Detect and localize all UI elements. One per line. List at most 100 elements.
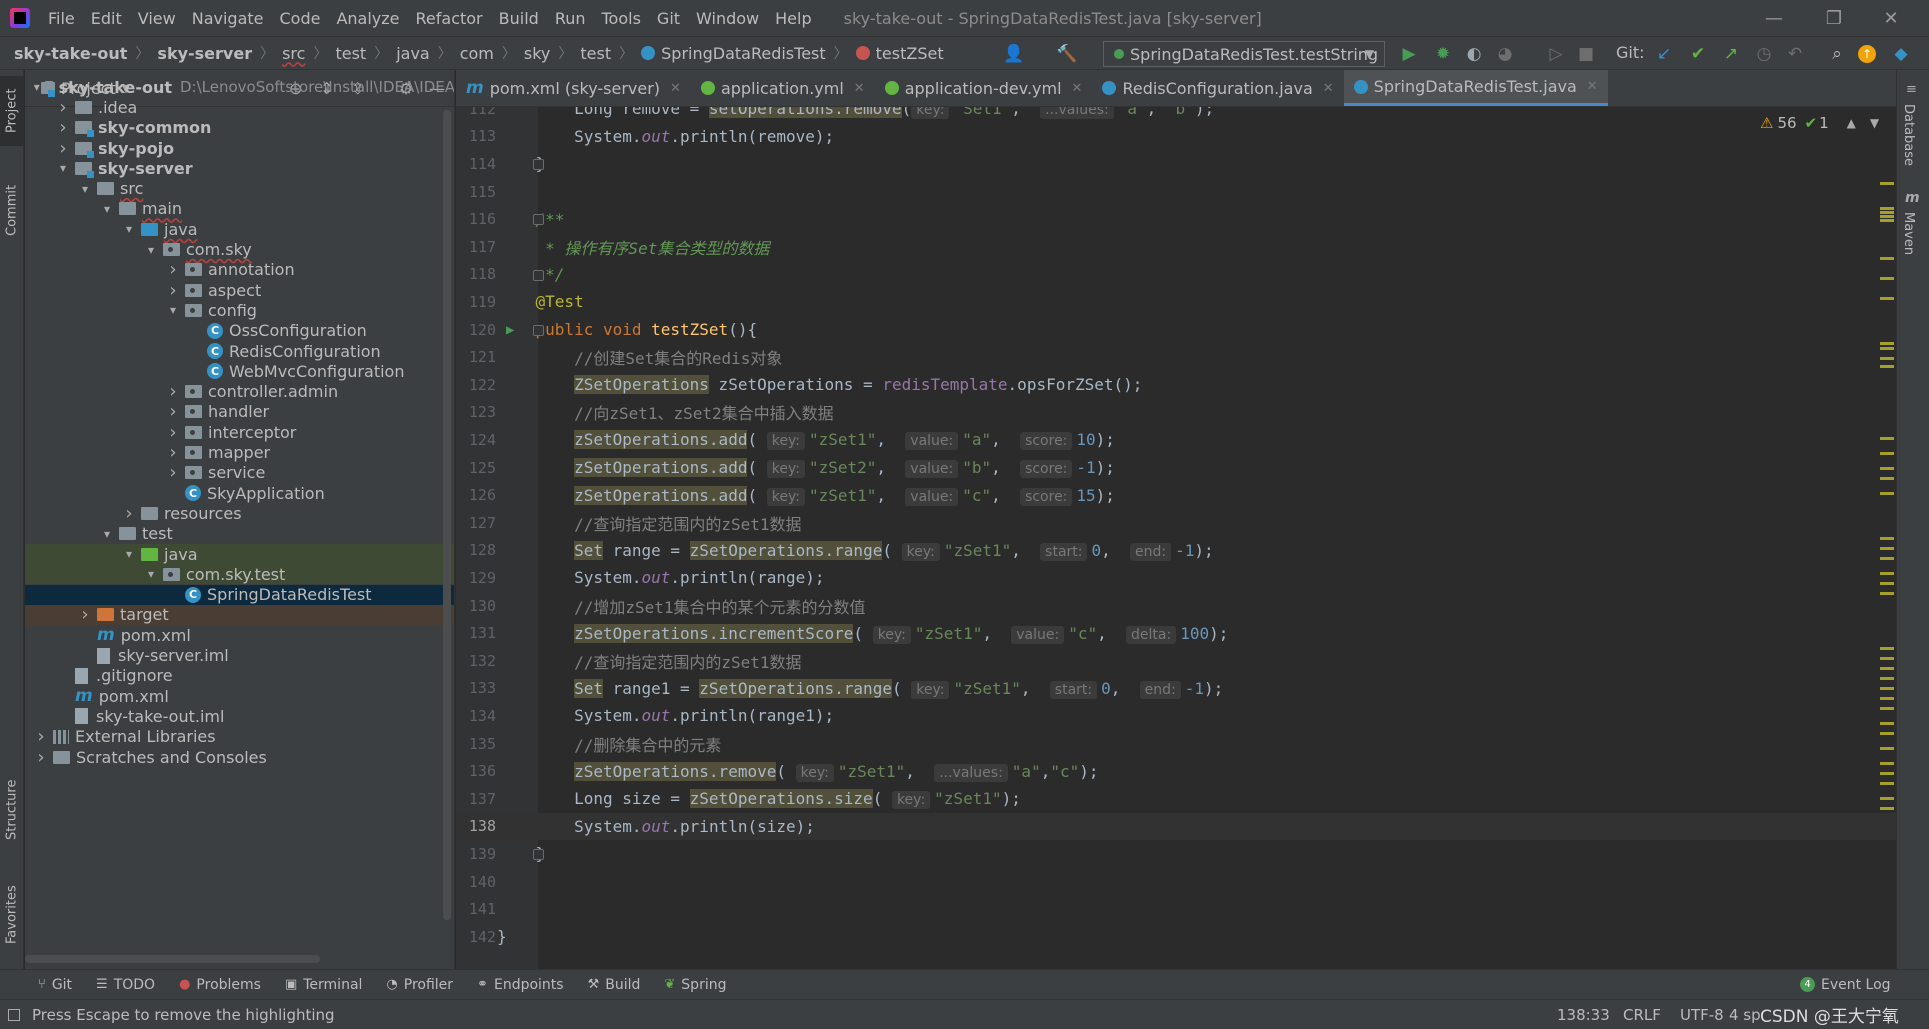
warning-marker[interactable] <box>1880 572 1894 575</box>
bottom-tab-spring[interactable]: ❦ Spring <box>664 977 726 993</box>
chevron-right-icon[interactable]: › <box>121 503 137 524</box>
bottom-tab-endpoints[interactable]: ⚭ Endpoints <box>477 977 564 993</box>
tree-node[interactable]: C RedisConfiguration <box>25 341 454 361</box>
chevron-down-icon[interactable]: ▾ <box>165 303 181 317</box>
fold-toggle-icon[interactable] <box>533 269 544 281</box>
caret-position[interactable]: 138:33 <box>1557 1006 1610 1024</box>
code-line[interactable]: 131 zSetOperations.incrementScore( key: "… <box>456 619 1896 647</box>
code-line[interactable]: 128 Set range = zSetOperations.range( ke… <box>456 537 1896 565</box>
warning-marker[interactable] <box>1880 547 1894 550</box>
tree-node[interactable]: › sky-common <box>25 117 454 138</box>
tree-node[interactable]: › resources <box>25 503 454 524</box>
warning-marker[interactable] <box>1880 707 1894 710</box>
tree-node[interactable]: › .idea <box>25 97 454 118</box>
warning-marker[interactable] <box>1880 207 1894 210</box>
toggle-tool-windows-icon[interactable] <box>8 1008 20 1021</box>
warning-marker[interactable] <box>1880 211 1894 214</box>
editor-tab[interactable]: SpringDataRedisTest.java ✕ <box>1343 70 1608 106</box>
tree-node[interactable]: ▾ main <box>25 199 454 219</box>
code-line[interactable]: 136 zSetOperations.remove( key: "zSet1", … <box>456 757 1896 785</box>
warning-marker[interactable] <box>1880 687 1894 690</box>
stop-icon[interactable]: ■ <box>1575 43 1597 65</box>
debug-icon[interactable]: ✹ <box>1432 43 1454 65</box>
tree-node[interactable]: › service <box>25 462 454 483</box>
menu-edit[interactable]: Edit <box>83 9 130 28</box>
bottom-tab-profiler[interactable]: ◔ Profiler <box>386 977 453 993</box>
tree-node[interactable]: ▾ java <box>25 543 454 565</box>
restore-icon[interactable]: ❐ <box>1807 0 1861 36</box>
chevron-right-icon[interactable]: › <box>165 422 181 443</box>
warning-marker[interactable] <box>1880 807 1894 810</box>
menu-code[interactable]: Code <box>272 9 329 28</box>
code-line[interactable]: 125 zSetOperations.add( key: "zSet2", val… <box>456 454 1896 482</box>
coverage-icon[interactable]: ◐ <box>1463 43 1485 65</box>
warning-marker[interactable] <box>1880 492 1894 495</box>
warning-marker[interactable] <box>1880 677 1894 680</box>
chevron-right-icon[interactable]: › <box>33 747 49 768</box>
chevron-up-icon[interactable]: ▲ <box>1847 116 1856 130</box>
user-icon[interactable]: 👤 <box>1003 43 1025 65</box>
chevron-down-icon[interactable]: ▾ <box>33 80 41 94</box>
tree-node[interactable]: ▾ com.sky <box>25 239 454 259</box>
build-hammer-icon[interactable]: 🔨 <box>1056 43 1078 65</box>
tree-node[interactable]: sky-take-out.iml <box>25 706 454 726</box>
editor-tab[interactable]: application-dev.yml ✕ <box>875 70 1093 106</box>
chevron-down-icon[interactable]: ▾ <box>99 202 115 216</box>
tool-tab-structure[interactable]: Structure <box>0 760 24 860</box>
code-line[interactable]: 116 /** <box>456 205 1896 233</box>
tree-node[interactable]: C WebMvcConfiguration <box>25 361 454 381</box>
tool-tab-commit[interactable]: Commit <box>0 170 24 250</box>
chevron-down-icon[interactable]: ▾ <box>55 161 71 175</box>
code-line[interactable]: 112 Long remove = setOperations.remove(k… <box>456 107 1896 123</box>
tree-node[interactable]: › sky-pojo <box>25 138 454 159</box>
warning-marker[interactable] <box>1880 277 1894 280</box>
warning-marker[interactable] <box>1880 347 1894 350</box>
tree-node[interactable]: ▾ test <box>25 524 454 544</box>
bottom-tab-build[interactable]: ⚒ Build <box>588 977 641 993</box>
editor-tab[interactable]: RedisConfiguration.java ✕ <box>1092 70 1343 106</box>
close-tab-icon[interactable]: ✕ <box>854 81 865 96</box>
tree-node[interactable]: › controller.admin <box>25 381 454 402</box>
tree-node[interactable]: C SpringDataRedisTest <box>25 584 454 605</box>
bottom-tab-git[interactable]: ⑂ Git <box>38 977 72 993</box>
chevron-down-icon[interactable]: ▾ <box>77 182 93 196</box>
chevron-down-icon[interactable]: ▾ <box>121 547 137 561</box>
minimize-icon[interactable]: — <box>1747 0 1801 36</box>
menu-help[interactable]: Help <box>767 9 819 28</box>
breadcrumb-item[interactable]: com <box>460 44 494 63</box>
tree-scrollbar[interactable] <box>443 110 451 920</box>
tree-node[interactable]: › annotation <box>25 259 454 280</box>
breadcrumb-item[interactable]: SpringDataRedisTest <box>641 44 826 63</box>
breadcrumb-item[interactable]: sky-server <box>157 44 252 63</box>
code-line[interactable]: 127 //查询指定范围内的zSet1数据 <box>456 509 1896 537</box>
rollback-icon[interactable]: ↶ <box>1784 43 1806 65</box>
code-line[interactable]: 141 <box>456 895 1896 923</box>
bottom-tab-todo[interactable]: ☰ TODO <box>96 977 155 993</box>
history-icon[interactable]: ◷ <box>1753 43 1775 65</box>
tool-tab-favorites[interactable]: Favorites <box>0 870 24 960</box>
chevron-down-icon[interactable]: ▾ <box>143 243 159 257</box>
warning-marker[interactable] <box>1880 722 1894 725</box>
tree-node[interactable]: ▾ sky-take-out D:\LenovoSoftstore\Install\… <box>25 77 454 97</box>
tree-horizontal-scrollbar[interactable] <box>25 955 320 963</box>
tree-node[interactable]: .gitignore <box>25 666 454 686</box>
menu-file[interactable]: File <box>40 9 83 28</box>
chevron-right-icon[interactable]: › <box>165 462 181 483</box>
breadcrumb-item[interactable]: src <box>282 44 305 63</box>
fold-toggle-icon[interactable] <box>533 849 544 861</box>
warning-marker[interactable] <box>1880 365 1894 368</box>
tree-node[interactable]: ▾ config <box>25 300 454 320</box>
breadcrumb-item[interactable]: testZSet <box>855 44 944 63</box>
chevron-right-icon[interactable]: › <box>55 97 71 118</box>
close-tab-icon[interactable]: ✕ <box>670 81 681 96</box>
code-line[interactable]: 117 * 操作有序Set集合类型的数据 <box>456 233 1896 261</box>
file-encoding[interactable]: UTF-8 <box>1680 1006 1724 1024</box>
code-line[interactable]: 142} <box>456 923 1896 951</box>
warning-marker[interactable] <box>1880 437 1894 440</box>
run-configuration-selector[interactable]: SpringDataRedisTest.testString ▼ <box>1103 41 1385 67</box>
warning-marker[interactable] <box>1880 592 1894 595</box>
breadcrumb-item[interactable]: sky <box>524 44 551 63</box>
warning-marker[interactable] <box>1880 772 1894 775</box>
fold-toggle-icon[interactable] <box>533 324 544 336</box>
menu-git[interactable]: Git <box>649 9 688 28</box>
